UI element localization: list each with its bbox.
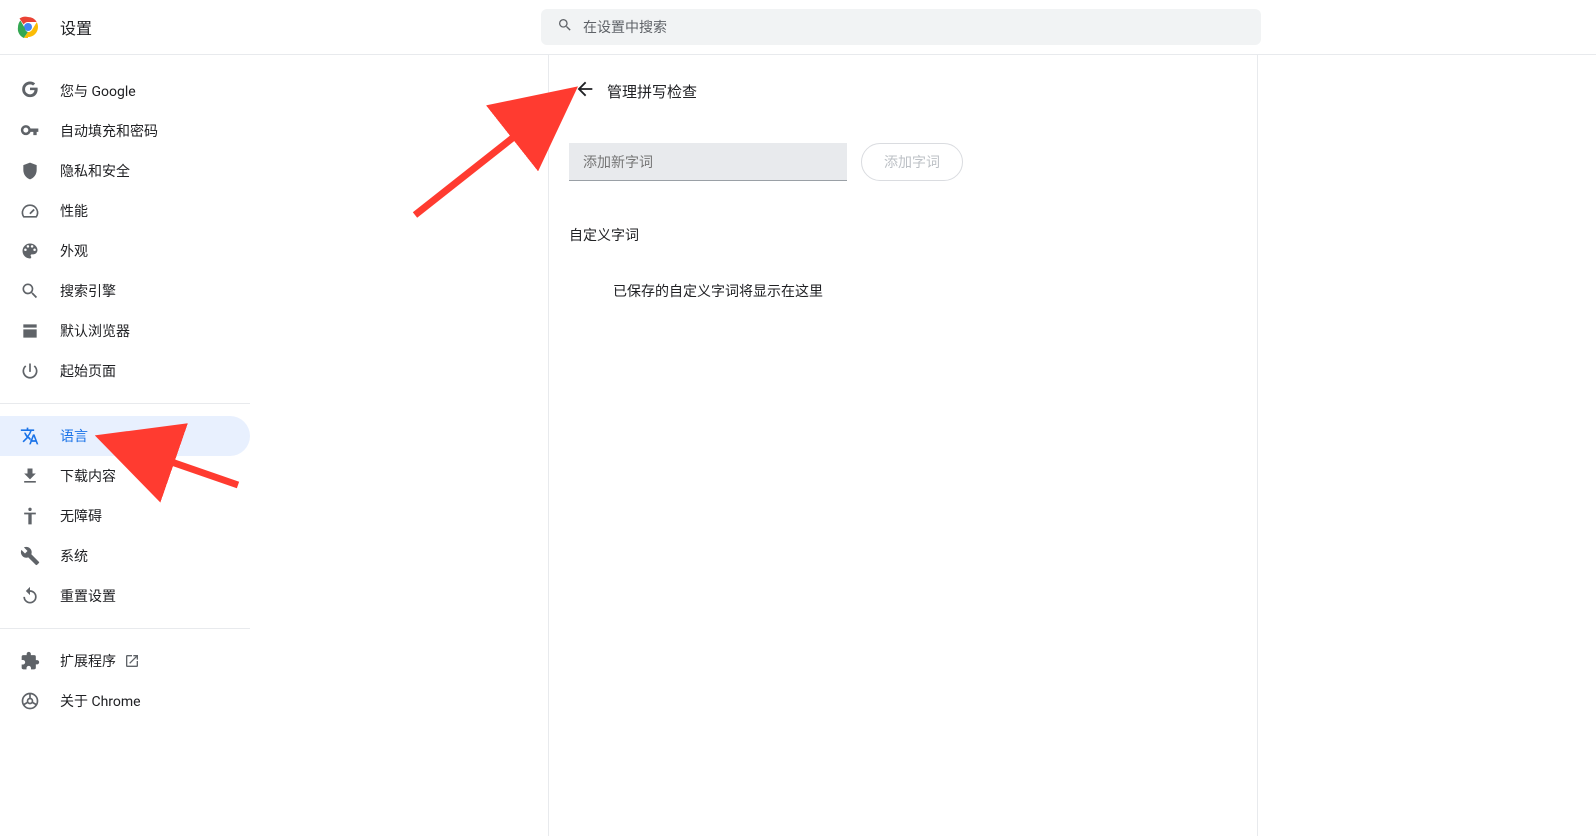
power-icon [20,361,40,381]
wrench-icon [20,546,40,566]
sidebar-item-label: 起始页面 [60,361,116,381]
sidebar-item-label: 外观 [60,241,88,261]
empty-message: 已保存的自定义字词将显示在这里 [613,281,1237,301]
chrome-logo-icon [16,15,40,39]
download-icon [20,466,40,486]
sidebar-item-autofill[interactable]: 自动填充和密码 [0,111,250,151]
palette-icon [20,241,40,261]
sidebar-item-label: 语言 [60,426,88,446]
add-word-button[interactable]: 添加字词 [861,143,963,181]
sidebar-item-reset[interactable]: 重置设置 [0,576,250,616]
back-button[interactable] [569,75,601,107]
search-box[interactable] [541,9,1261,45]
shield-icon [20,161,40,181]
sidebar-divider [0,628,250,629]
sidebar-item-label: 自动填充和密码 [60,121,158,141]
sidebar-item-accessibility[interactable]: 无障碍 [0,496,250,536]
sidebar-item-default-browser[interactable]: 默认浏览器 [0,311,250,351]
search-input[interactable] [583,19,1245,35]
browser-icon [20,321,40,341]
speed-icon [20,201,40,221]
sidebar-item-languages[interactable]: 语言 [0,416,250,456]
sidebar-item-startup[interactable]: 起始页面 [0,351,250,391]
search-icon [557,17,583,37]
add-word-input[interactable] [569,143,847,181]
sidebar-item-search-engine[interactable]: 搜索引擎 [0,271,250,311]
sidebar-item-label: 扩展程序 [60,651,116,671]
sidebar-divider [0,403,250,404]
container: 您与 Google 自动填充和密码 隐私和安全 性能 外观 搜索引擎 默认浏览器… [0,55,1596,836]
arrow-left-icon [574,78,596,104]
sidebar-item-about[interactable]: 关于 Chrome [0,681,250,721]
google-icon [20,81,40,101]
page-header: 管理拼写检查 [569,75,1237,107]
main-content: 管理拼写检查 添加字词 自定义字词 已保存的自定义字词将显示在这里 [548,55,1258,836]
sidebar-item-label: 下载内容 [60,466,116,486]
content-wrap: 管理拼写检查 添加字词 自定义字词 已保存的自定义字词将显示在这里 [250,55,1596,836]
sidebar-item-label: 系统 [60,546,88,566]
sidebar-item-extensions[interactable]: 扩展程序 [0,641,250,681]
sidebar: 您与 Google 自动填充和密码 隐私和安全 性能 外观 搜索引擎 默认浏览器… [0,55,250,836]
sidebar-item-label: 隐私和安全 [60,161,130,181]
sidebar-item-label: 默认浏览器 [60,321,130,341]
add-word-row: 添加字词 [569,143,1237,181]
search-icon [20,281,40,301]
sidebar-item-system[interactable]: 系统 [0,536,250,576]
sidebar-item-label: 重置设置 [60,586,116,606]
sidebar-item-label: 您与 Google [60,81,136,101]
sidebar-item-label: 无障碍 [60,506,102,526]
extension-icon [20,651,40,671]
key-icon [20,121,40,141]
translate-icon [20,426,40,446]
sidebar-item-downloads[interactable]: 下载内容 [0,456,250,496]
sidebar-item-performance[interactable]: 性能 [0,191,250,231]
sidebar-item-label: 性能 [60,201,88,221]
sidebar-item-you-google[interactable]: 您与 Google [0,71,250,111]
page-title: 管理拼写检查 [607,81,697,102]
sidebar-item-privacy[interactable]: 隐私和安全 [0,151,250,191]
custom-words-label: 自定义字词 [569,225,1237,245]
reset-icon [20,586,40,606]
app-title: 设置 [60,15,92,39]
chrome-icon [20,691,40,711]
accessibility-icon [20,506,40,526]
sidebar-item-appearance[interactable]: 外观 [0,231,250,271]
external-link-icon [124,653,140,669]
sidebar-item-label: 关于 Chrome [60,691,141,711]
app-header: 设置 [0,0,1596,55]
sidebar-item-label: 搜索引擎 [60,281,116,301]
